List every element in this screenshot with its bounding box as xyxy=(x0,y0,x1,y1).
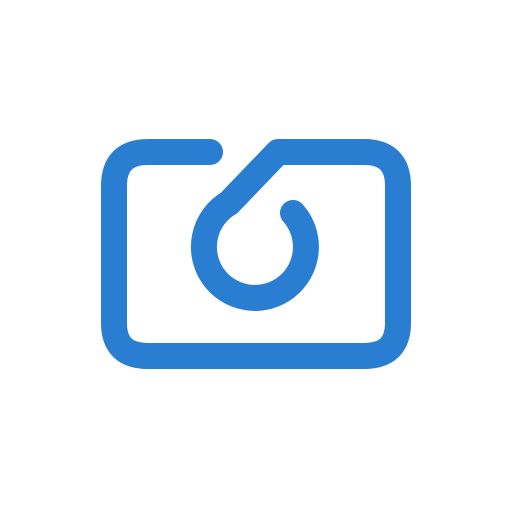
camera-lens-swirl xyxy=(190,190,319,311)
app-icon-canvas xyxy=(0,0,512,512)
camera-body-outline xyxy=(101,139,411,369)
camera-logo-icon xyxy=(101,139,411,369)
